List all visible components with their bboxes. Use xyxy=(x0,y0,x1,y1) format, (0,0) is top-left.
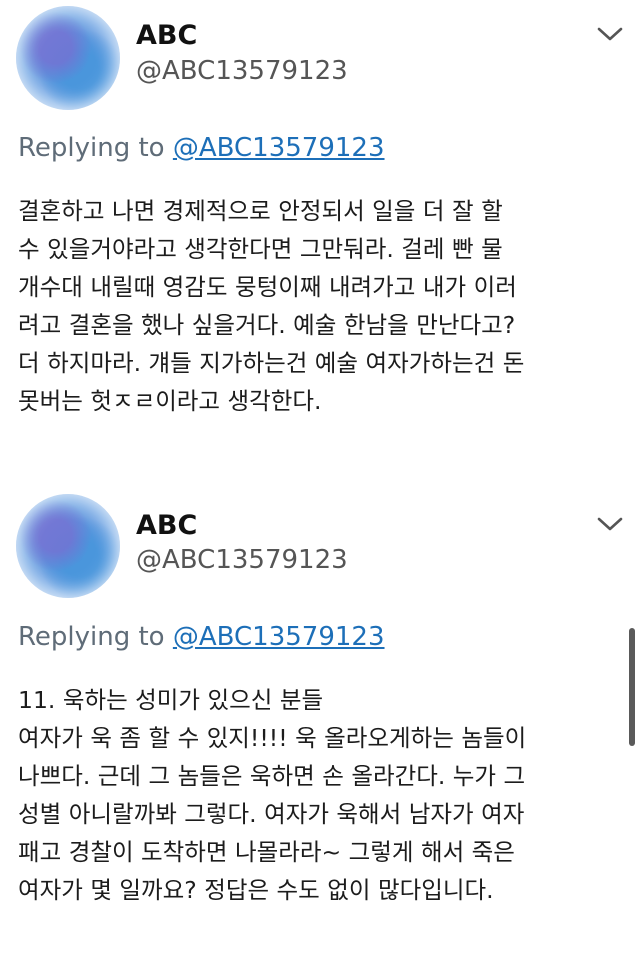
replying-to: Replying to @ABC13579123 xyxy=(18,622,385,652)
author-handle[interactable]: @ABC13579123 xyxy=(136,56,348,86)
author-name[interactable]: ABC xyxy=(136,20,197,51)
reply-prefix: Replying to xyxy=(18,133,173,163)
scrollbar[interactable] xyxy=(629,628,635,746)
tweet-text: 결혼하고 나면 경제적으로 안정되서 일을 더 잘 할 수 있을거야라고 생각한… xyxy=(18,197,525,415)
avatar[interactable] xyxy=(16,6,120,110)
author-handle[interactable]: @ABC13579123 xyxy=(136,545,348,575)
chevron-down-icon[interactable] xyxy=(596,514,624,534)
avatar[interactable] xyxy=(16,494,120,598)
reply-prefix: Replying to xyxy=(18,622,173,652)
author-name[interactable]: ABC xyxy=(136,510,197,541)
reply-handle-link[interactable]: @ABC13579123 xyxy=(173,133,385,163)
reply-handle-link[interactable]: @ABC13579123 xyxy=(173,622,385,652)
replying-to: Replying to @ABC13579123 xyxy=(18,133,385,163)
tweet-text: 11. 욱하는 성미가 있으신 분들 여자가 욱 좀 할 수 있지!!!! 욱 … xyxy=(18,686,527,904)
chevron-down-icon[interactable] xyxy=(596,24,624,44)
